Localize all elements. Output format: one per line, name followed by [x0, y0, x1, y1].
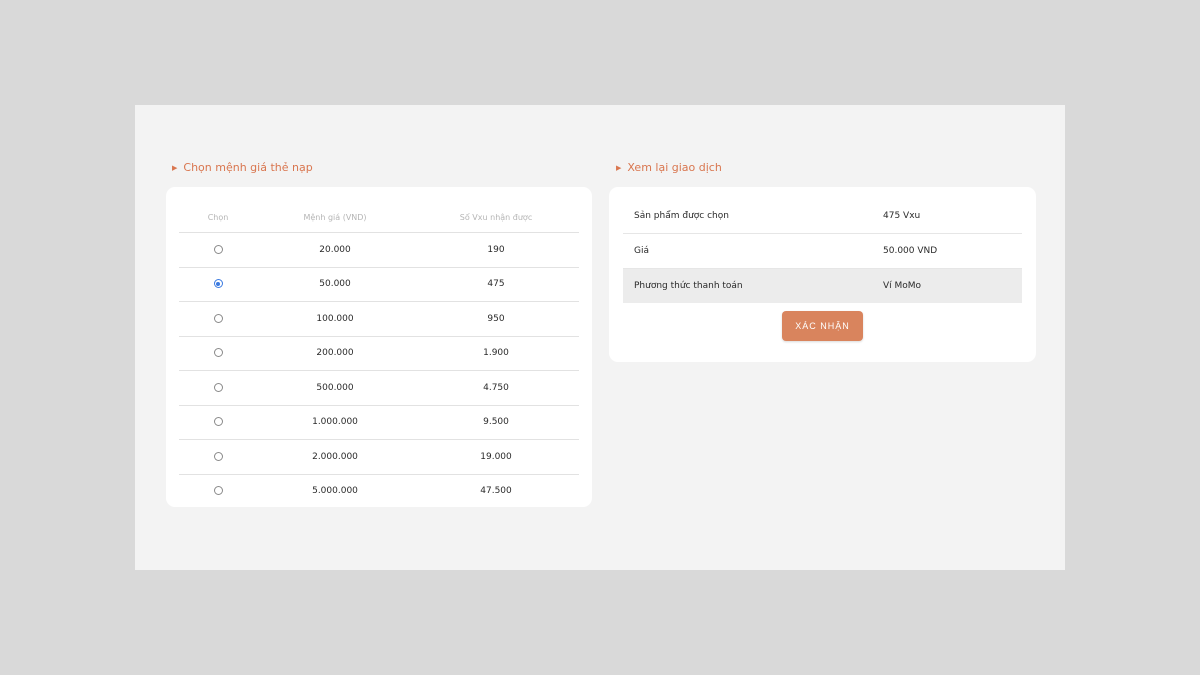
vxu-cell: 475	[413, 267, 579, 302]
radio-button[interactable]	[213, 417, 223, 427]
price-cell: 1.000.000	[257, 405, 413, 440]
denomination-title-text: Chọn mệnh giá thẻ nạp	[183, 161, 313, 174]
review-label: Phương thức thanh toán	[623, 268, 883, 303]
denomination-section-title: ▶ Chọn mệnh giá thẻ nạp	[172, 161, 313, 174]
table-row[interactable]: 500.000 4.750	[179, 370, 579, 406]
table-row[interactable]: 2.000.000 19.000	[179, 439, 579, 475]
vxu-cell: 19.000	[413, 439, 579, 475]
vxu-cell: 4.750	[413, 370, 579, 406]
header-choose: Chọn	[179, 202, 257, 233]
review-label: Sản phẩm được chọn	[623, 199, 883, 234]
table-row[interactable]: 200.000 1.900	[179, 336, 579, 371]
review-label: Giá	[623, 233, 883, 269]
vxu-cell: 47.500	[480, 486, 512, 497]
table-row[interactable]: 50.000 475	[179, 267, 579, 302]
vxu-cell: 1.900	[413, 336, 579, 371]
radio-button[interactable]	[213, 244, 223, 254]
denomination-table: Chọn Mệnh giá (VND) Số Vxu nhận được 20.…	[179, 202, 579, 508]
triangle-right-icon: ▶	[616, 163, 622, 172]
price-cell: 100.000	[257, 301, 413, 337]
radio-button[interactable]	[213, 382, 223, 392]
review-title-text: Xem lại giao dịch	[627, 161, 722, 174]
table-row[interactable]: 100.000 950	[179, 301, 579, 337]
review-card: Sản phẩm được chọn 475 Vxu Giá 50.000 VN…	[609, 187, 1036, 362]
triangle-right-icon: ▶	[172, 163, 178, 172]
table-row[interactable]: 1.000.000 9.500	[179, 405, 579, 440]
review-section-title: ▶ Xem lại giao dịch	[616, 161, 722, 174]
price-cell: 50.000	[257, 267, 413, 302]
header-vxu: Số Vxu nhận được	[413, 202, 579, 233]
review-row-product: Sản phẩm được chọn 475 Vxu	[623, 199, 1022, 234]
table-header-row: Chọn Mệnh giá (VND) Số Vxu nhận được	[179, 202, 579, 233]
price-cell: 200.000	[257, 336, 413, 371]
main-panel: ▶ Chọn mệnh giá thẻ nạp Chọn Mệnh giá (V…	[135, 105, 1065, 570]
header-price: Mệnh giá (VND)	[257, 202, 413, 233]
review-value: 50.000 VND	[883, 233, 1022, 269]
radio-button[interactable]	[213, 486, 223, 496]
radio-button[interactable]	[213, 451, 223, 461]
radio-button[interactable]	[213, 313, 223, 323]
price-cell: 20.000	[257, 232, 413, 268]
radio-button[interactable]	[213, 348, 223, 358]
price-cell: 5.000.000	[312, 486, 358, 497]
price-cell: 500.000	[257, 370, 413, 406]
review-table: Sản phẩm được chọn 475 Vxu Giá 50.000 VN…	[623, 199, 1022, 303]
denomination-card: Chọn Mệnh giá (VND) Số Vxu nhận được 20.…	[166, 187, 592, 507]
review-row-payment-method: Phương thức thanh toán Ví MoMo	[623, 268, 1022, 303]
review-value: Ví MoMo	[883, 268, 1022, 303]
radio-button[interactable]	[213, 279, 223, 289]
vxu-cell: 9.500	[413, 405, 579, 440]
confirm-button[interactable]: XÁC NHẬN	[782, 311, 863, 341]
review-row-price: Giá 50.000 VND	[623, 233, 1022, 269]
vxu-cell: 190	[413, 232, 579, 268]
review-value: 475 Vxu	[883, 199, 1022, 234]
price-cell: 2.000.000	[257, 439, 413, 475]
table-row[interactable]: 20.000 190	[179, 232, 579, 268]
table-row[interactable]: 5.000.000 47.500	[179, 474, 579, 508]
vxu-cell: 950	[413, 301, 579, 337]
